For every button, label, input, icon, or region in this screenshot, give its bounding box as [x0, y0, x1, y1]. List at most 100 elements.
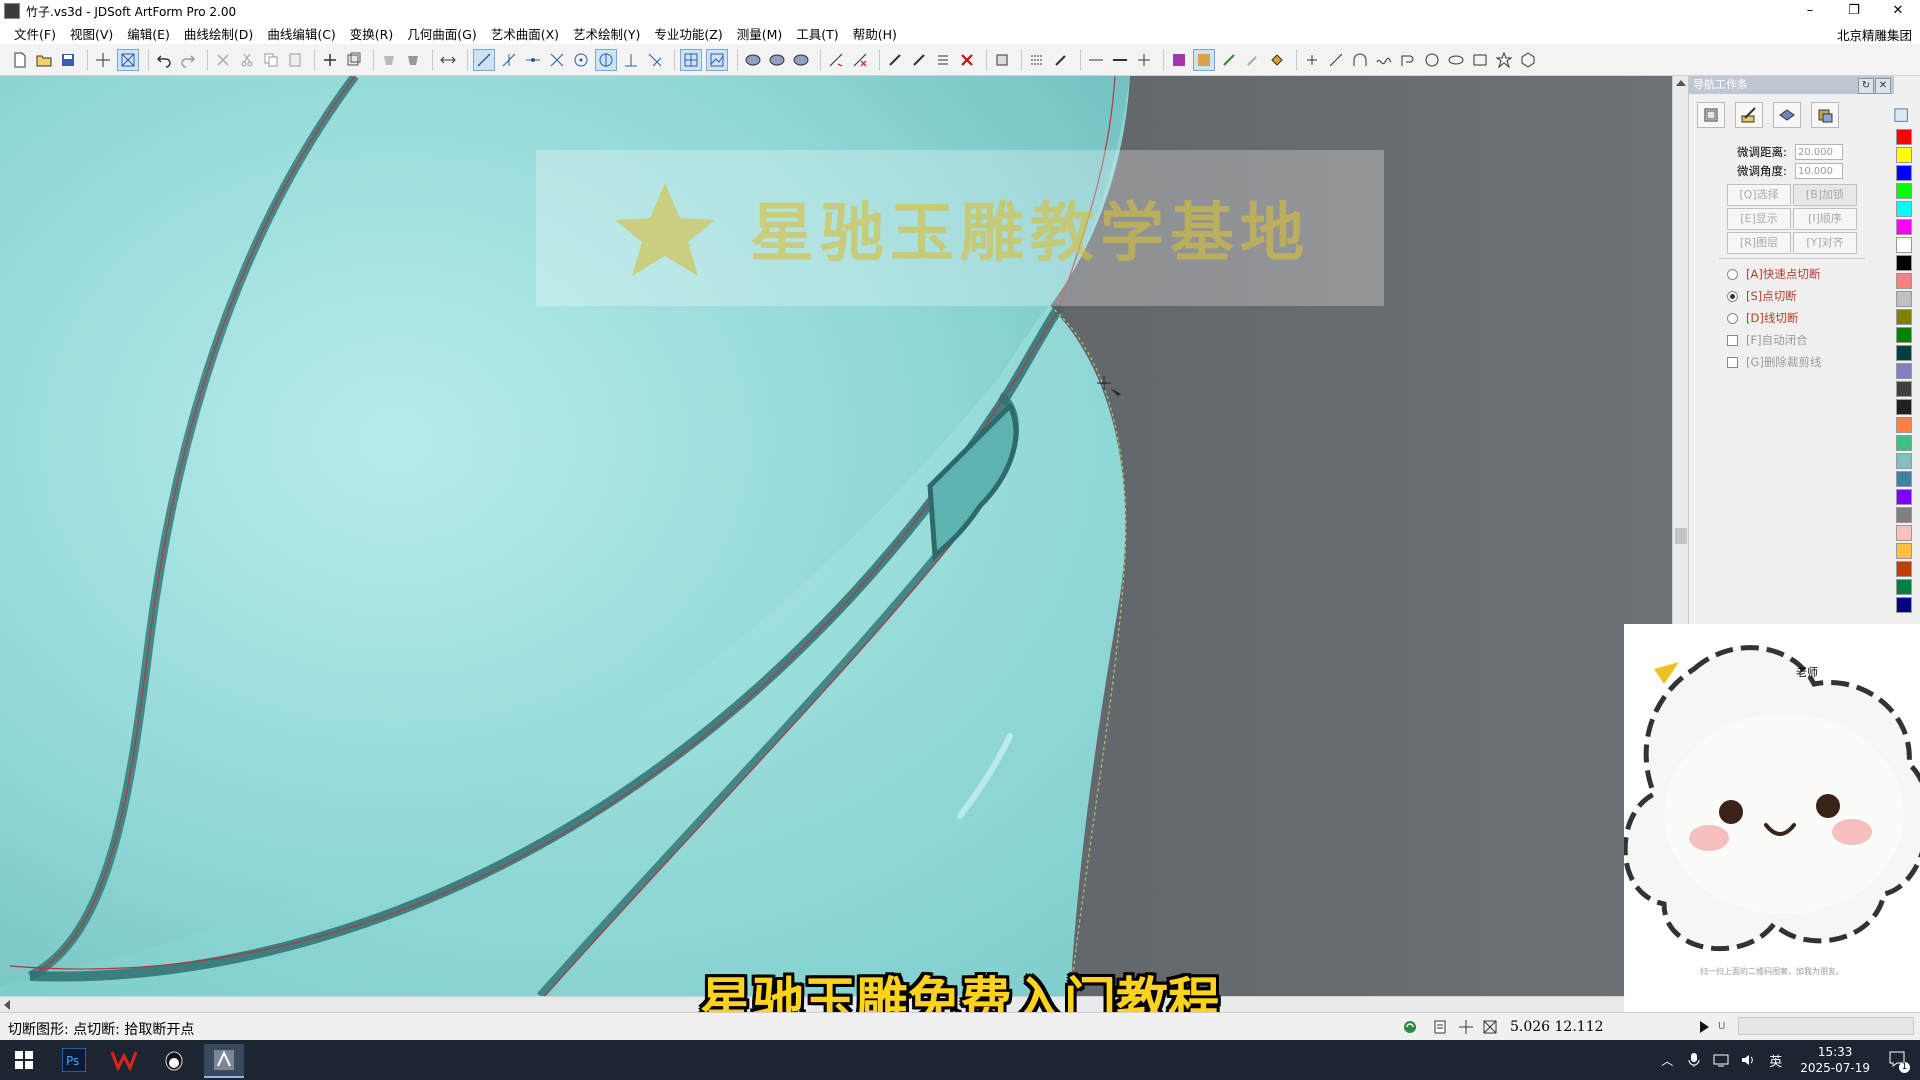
- radio-line-cut[interactable]: [1727, 312, 1738, 324]
- menu-curve-draw[interactable]: 曲线绘制(D): [184, 24, 253, 43]
- zoom-fit-button[interactable]: [117, 48, 139, 71]
- circle-draw-button[interactable]: [1422, 50, 1442, 70]
- delete-button[interactable]: [213, 50, 233, 70]
- palette-swatch[interactable]: [1896, 237, 1912, 253]
- shade-button[interactable]: [379, 50, 399, 70]
- arc-button[interactable]: [1350, 50, 1370, 70]
- tab-object[interactable]: [1697, 102, 1725, 128]
- checkbox-auto-close[interactable]: [1727, 334, 1738, 346]
- palette-swatch[interactable]: [1896, 435, 1912, 451]
- palette-swatch[interactable]: [1896, 309, 1912, 325]
- palette-swatch[interactable]: [1896, 363, 1912, 379]
- menu-file[interactable]: 文件(F): [14, 24, 56, 43]
- palette-swatch[interactable]: [1896, 579, 1912, 595]
- taskbar-artform[interactable]: [204, 1044, 244, 1078]
- close-tool-button[interactable]: [957, 50, 977, 70]
- palette-swatch[interactable]: [1896, 165, 1912, 181]
- palette-swatch[interactable]: [1896, 453, 1912, 469]
- volume-icon[interactable]: [1741, 1053, 1757, 1067]
- play-status-icon[interactable]: [1696, 1019, 1712, 1035]
- menu-help[interactable]: 帮助(H): [853, 24, 897, 43]
- menu-curve-edit[interactable]: 曲线编辑(C): [267, 24, 335, 43]
- checkbox-delete-trim-line[interactable]: [1727, 356, 1738, 368]
- line-style-button[interactable]: [1086, 50, 1106, 70]
- layer-panel-button[interactable]: [R]图层: [1727, 232, 1791, 254]
- node-delete-button[interactable]: [850, 50, 870, 70]
- option-auto-close[interactable]: [F]自动闭合: [1727, 332, 1808, 348]
- line-draw-button[interactable]: [1326, 50, 1346, 70]
- crosshair-status-icon[interactable]: [1458, 1019, 1474, 1035]
- circle-tool-button[interactable]: [571, 50, 591, 70]
- brush-1-button[interactable]: [885, 50, 905, 70]
- menu-view[interactable]: 视图(V): [70, 24, 113, 43]
- node-edit-button[interactable]: [826, 50, 846, 70]
- palette-swatch[interactable]: [1896, 471, 1912, 487]
- hatch-button[interactable]: [1027, 50, 1047, 70]
- fine-tune-angle-input[interactable]: [1795, 163, 1843, 179]
- polygon-button[interactable]: [1518, 50, 1538, 70]
- close-button[interactable]: ✕: [1876, 0, 1920, 22]
- palette-swatch[interactable]: [1896, 345, 1912, 361]
- menu-art-draw[interactable]: 艺术绘制(Y): [573, 24, 640, 43]
- trim-button[interactable]: [547, 50, 567, 70]
- taskbar-wps[interactable]: [104, 1044, 144, 1076]
- fit-view-status-icon[interactable]: [1482, 1019, 1498, 1035]
- palette-swatch[interactable]: [1896, 525, 1912, 541]
- pen-button[interactable]: [1219, 50, 1239, 70]
- point-style-button[interactable]: [1134, 50, 1154, 70]
- spray-button[interactable]: [1243, 50, 1263, 70]
- align-button[interactable]: [Y]对齐: [1793, 232, 1857, 254]
- copy-button[interactable]: [261, 50, 281, 70]
- render-1-button[interactable]: [743, 50, 763, 70]
- pipette-button[interactable]: [1051, 50, 1071, 70]
- direction-button[interactable]: [438, 50, 458, 70]
- bucket-button[interactable]: [1267, 50, 1287, 70]
- ellipse-button[interactable]: [1446, 50, 1466, 70]
- palette-swatch[interactable]: [1896, 219, 1912, 235]
- new-file-button[interactable]: [10, 50, 30, 70]
- palette-swatch[interactable]: [1896, 291, 1912, 307]
- palette-swatch[interactable]: [1896, 147, 1912, 163]
- menu-transform[interactable]: 变换(R): [350, 24, 393, 43]
- palette-swatch[interactable]: [1896, 327, 1912, 343]
- panel-refresh-icon[interactable]: ↻: [1858, 78, 1874, 94]
- tab-layers[interactable]: [1773, 102, 1801, 128]
- palette-swatch[interactable]: [1896, 597, 1912, 613]
- tab-render[interactable]: [1811, 102, 1839, 128]
- palette-swatch[interactable]: [1896, 417, 1912, 433]
- render-2-button[interactable]: [767, 50, 787, 70]
- option-delete-trim-line[interactable]: [G]删除裁剪线: [1727, 354, 1821, 370]
- extend-button[interactable]: [523, 50, 543, 70]
- lock-button[interactable]: [B]加锁: [1793, 184, 1857, 206]
- palette-swatch[interactable]: [1896, 489, 1912, 505]
- palette-swatch[interactable]: [1896, 543, 1912, 559]
- palette-header[interactable]: [1894, 108, 1912, 128]
- menu-tools[interactable]: 工具(T): [796, 24, 838, 43]
- palette-swatch[interactable]: [1896, 381, 1912, 397]
- drawing-canvas[interactable]: 星驰玉雕教学基地: [0, 76, 1672, 996]
- list-button[interactable]: [933, 50, 953, 70]
- save-button[interactable]: [58, 50, 78, 70]
- menu-geometric-surface[interactable]: 几何曲面(G): [407, 24, 476, 43]
- line-width-button[interactable]: [1110, 50, 1130, 70]
- cut-button[interactable]: [237, 50, 257, 70]
- vertical-scroll-thumb[interactable]: [1675, 528, 1687, 544]
- rectangle-button[interactable]: [1470, 50, 1490, 70]
- menu-measure[interactable]: 测量(M): [737, 24, 783, 43]
- option-line-cut[interactable]: [D]线切断: [1727, 310, 1798, 326]
- panel-close-icon[interactable]: ✕: [1875, 78, 1891, 94]
- curve-tool-button[interactable]: [499, 50, 519, 70]
- break-tool-button[interactable]: [595, 48, 617, 71]
- perpendicular-button[interactable]: [621, 50, 641, 70]
- palette-swatch[interactable]: [1896, 183, 1912, 199]
- palette-swatch[interactable]: [1896, 129, 1912, 145]
- undo-button[interactable]: [154, 50, 174, 70]
- star-button[interactable]: [1494, 50, 1514, 70]
- polyline-button[interactable]: [1398, 50, 1418, 70]
- tray-chevron-icon[interactable]: ︿: [1661, 1052, 1673, 1069]
- chart-snap-button[interactable]: [706, 48, 728, 71]
- tab-edit[interactable]: [1735, 102, 1763, 128]
- brush-2-button[interactable]: [909, 50, 929, 70]
- palette-swatch[interactable]: [1896, 255, 1912, 271]
- grid-snap-button[interactable]: [680, 48, 702, 71]
